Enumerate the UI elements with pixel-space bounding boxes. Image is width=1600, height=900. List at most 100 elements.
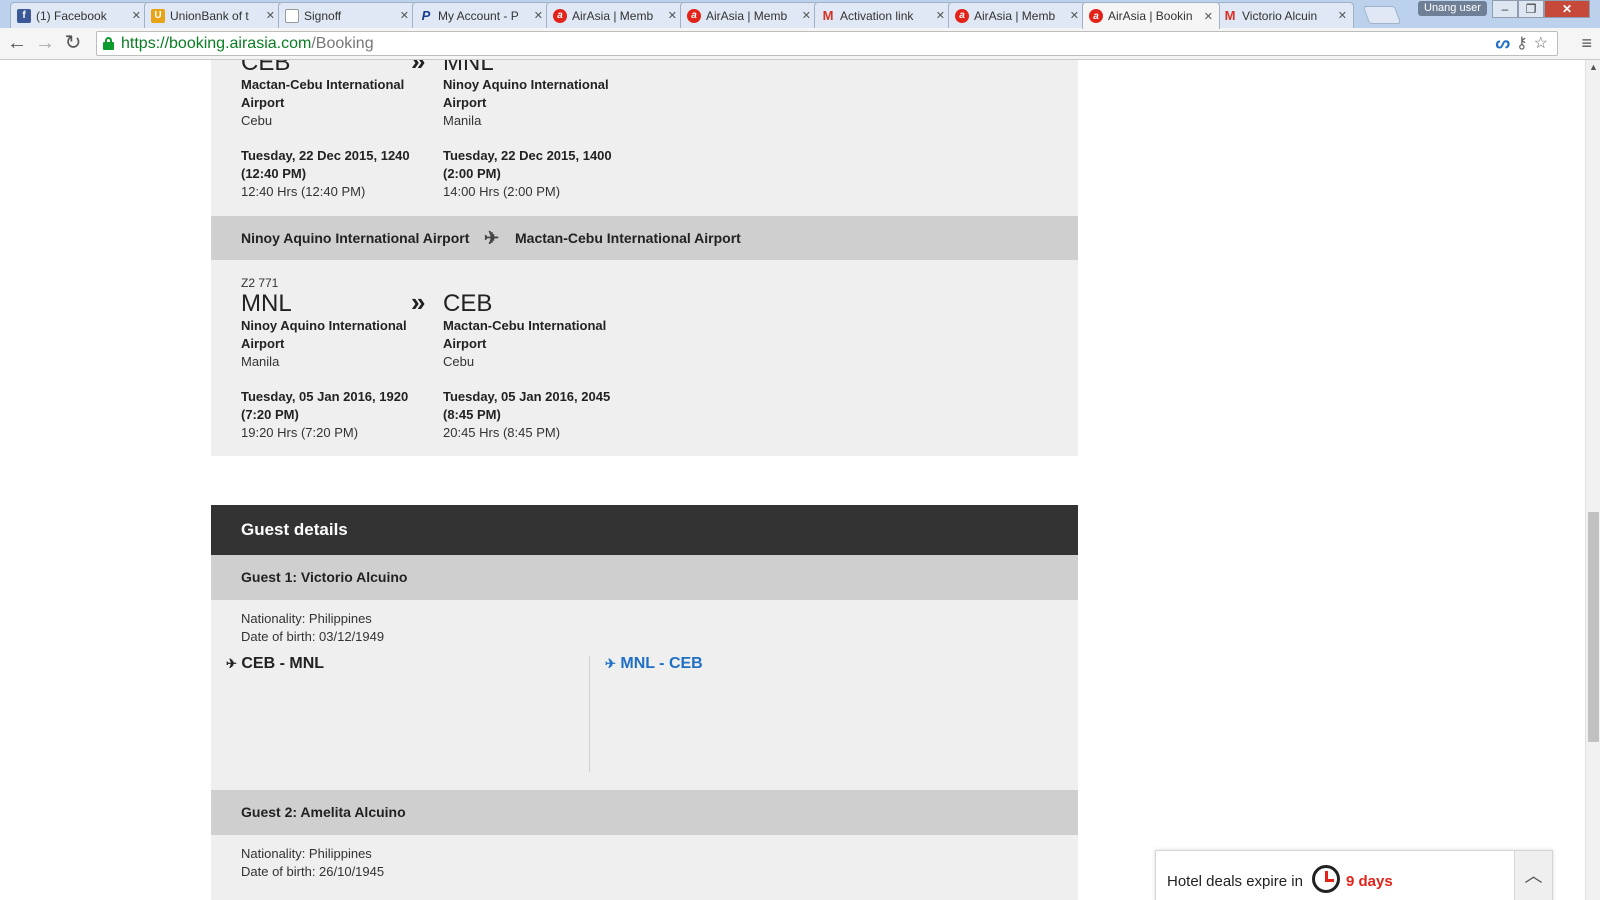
browser-toolbar: ← → ↻ https://booking.airasia.com/Bookin…	[0, 28, 1600, 60]
reload-icon[interactable]: ↻	[62, 32, 84, 56]
direction-chevron-icon: »	[411, 287, 426, 317]
departure-city: Cebu	[241, 113, 273, 128]
tab-title: AirAsia | Memb	[572, 8, 654, 23]
tab-gmail-activation[interactable]: M Activation link ✕	[814, 2, 952, 28]
gmail-icon: M	[822, 8, 834, 23]
tab-title: Activation link	[840, 8, 914, 23]
tab-airasia-member-3[interactable]: a AirAsia | Memb ✕	[948, 2, 1086, 28]
segment-return-label: MNL - CEB	[620, 655, 703, 672]
tab-unionbank[interactable]: U UnionBank of t ✕	[144, 2, 282, 28]
gmail-icon: M	[1224, 8, 1236, 23]
back-arrow-icon[interactable]: ←	[6, 32, 28, 56]
close-tab-icon[interactable]: ✕	[802, 9, 811, 22]
tab-strip: f (1) Facebook ✕ U UnionBank of t ✕ Sign…	[0, 0, 1600, 29]
arrival-airport: Ninoy Aquino International Airport	[443, 77, 609, 110]
arrival-column: CEB Mactan-Cebu International Airport Ce…	[443, 291, 623, 442]
tab-title: My Account - P	[438, 8, 519, 23]
departure-time: 19:20 Hrs (7:20 PM)	[241, 425, 359, 440]
unionbank-icon: U	[151, 8, 165, 23]
tab-airasia-member-2[interactable]: a AirAsia | Memb ✕	[680, 2, 818, 28]
departure-airport: Mactan-Cebu International Airport	[241, 77, 405, 110]
hotel-deals-widget[interactable]: Hotel deals expire in 9 days ︿	[1155, 850, 1553, 900]
tab-facebook[interactable]: f (1) Facebook ✕	[10, 2, 148, 28]
minimize-icon[interactable]: ‒	[1492, 0, 1518, 18]
arrival-plane-icon: ✈	[605, 656, 616, 671]
url-path: /Booking	[311, 35, 374, 52]
tab-airasia-booking[interactable]: a AirAsia | Bookin ✕	[1082, 2, 1220, 29]
omnibox-icons: ᔕ ⚷ ☆	[1496, 33, 1548, 53]
close-tab-icon[interactable]: ✕	[266, 9, 275, 22]
close-tab-icon[interactable]: ✕	[400, 9, 409, 22]
arrival-column: MNL Ninoy Aquino International Airport M…	[443, 60, 623, 201]
scroll-up-arrow-icon[interactable]: ▲	[1586, 60, 1600, 74]
guest-details-heading: Guest details	[211, 505, 1078, 555]
restore-icon[interactable]: ❐	[1518, 0, 1544, 18]
tab-title: AirAsia | Memb	[706, 8, 788, 23]
bookmark-star-icon[interactable]: ☆	[1534, 33, 1548, 53]
arrival-time: 14:00 Hrs (2:00 PM)	[443, 184, 561, 199]
facebook-icon: f	[17, 8, 31, 23]
airasia-icon: a	[1089, 9, 1103, 23]
close-tab-icon[interactable]: ✕	[936, 9, 945, 22]
segment-outbound-tab[interactable]: ✈ CEB - MNL	[226, 655, 324, 673]
plane-icon: ✈	[484, 228, 500, 248]
flight-number: Z2 771	[241, 276, 279, 290]
departure-column: MNL Ninoy Aquino International Airport M…	[241, 291, 421, 442]
tab-signoff[interactable]: Signoff ✕	[278, 2, 416, 28]
departure-date: Tuesday, 22 Dec 2015, 1240 (12:40 PM)	[241, 148, 410, 181]
arrival-city: Manila	[443, 113, 482, 128]
route-bar-return: Ninoy Aquino International Airport ✈ Mac…	[211, 216, 1078, 260]
paypal-icon: P	[421, 8, 431, 23]
close-window-icon[interactable]: ✕	[1544, 0, 1590, 18]
chevron-up-icon[interactable]: ︿	[1514, 851, 1552, 900]
close-tab-icon[interactable]: ✕	[132, 9, 141, 22]
departure-plane-icon: ✈	[226, 656, 237, 671]
close-tab-icon[interactable]: ✕	[1338, 9, 1347, 22]
arrival-code: MNL	[443, 60, 494, 76]
guest-2-details: Nationality: Philippines Date of birth: …	[211, 835, 1078, 900]
url-host: https://booking.airasia.com	[121, 35, 312, 52]
departure-date: Tuesday, 05 Jan 2016, 1920 (7:20 PM)	[241, 389, 409, 422]
guest-1-details: Nationality: Philippines Date of birth: …	[211, 600, 1078, 790]
guest-2-heading: Guest 2: Amelita Alcuino	[211, 790, 1078, 835]
arrival-airport: Mactan-Cebu International Airport	[443, 318, 607, 351]
new-tab-button[interactable]	[1362, 6, 1402, 24]
arrival-code: CEB	[443, 290, 493, 317]
segment-return-tab[interactable]: ✈ MNL - CEB	[605, 655, 703, 673]
tab-paypal[interactable]: P My Account - P ✕	[412, 2, 550, 28]
extension-icon[interactable]: ᔕ	[1496, 33, 1510, 53]
guest-nationality: Nationality: Philippines	[241, 611, 372, 626]
close-tab-icon[interactable]: ✕	[668, 9, 677, 22]
hamburger-menu-icon[interactable]: ≡	[1581, 33, 1592, 54]
tab-gmail-victorio[interactable]: M Victorio Alcuin ✕	[1216, 2, 1354, 28]
close-tab-icon[interactable]: ✕	[1070, 9, 1079, 22]
forward-arrow-icon[interactable]: →	[34, 32, 56, 56]
guest-2-info: Nationality: Philippines Date of birth: …	[241, 845, 384, 881]
document-icon	[285, 8, 299, 23]
guest-dob: Date of birth: 26/10/1945	[241, 864, 385, 879]
departure-time: 12:40 Hrs (12:40 PM)	[241, 184, 366, 199]
route-origin: Ninoy Aquino International Airport	[241, 230, 470, 246]
tab-airasia-member-1[interactable]: a AirAsia | Memb ✕	[546, 2, 684, 28]
guest-nationality: Nationality: Philippines	[241, 846, 372, 861]
tab-title: Victorio Alcuin	[1242, 8, 1318, 23]
user-profile-button[interactable]: Unang user	[1418, 1, 1487, 16]
page-scrollbar[interactable]: ▲	[1585, 60, 1600, 900]
address-bar[interactable]: https://booking.airasia.com/Booking	[96, 31, 1558, 56]
scrollbar-thumb[interactable]	[1588, 512, 1599, 742]
airasia-icon: a	[553, 8, 567, 23]
close-tab-icon[interactable]: ✕	[534, 9, 543, 22]
key-icon[interactable]: ⚷	[1516, 33, 1528, 53]
tab-title: AirAsia | Memb	[974, 8, 1056, 23]
airasia-icon: a	[955, 8, 969, 23]
window-controls: ‒ ❐ ✕	[1492, 0, 1590, 18]
segment-divider	[589, 656, 590, 772]
arrival-date: Tuesday, 05 Jan 2016, 2045 (8:45 PM)	[443, 389, 611, 422]
close-tab-icon[interactable]: ✕	[1204, 10, 1213, 23]
hotel-deals-text: Hotel deals expire in	[1167, 873, 1303, 890]
segment-outbound-label: CEB - MNL	[241, 655, 325, 672]
tab-title: AirAsia | Bookin	[1108, 9, 1193, 23]
guest-dob: Date of birth: 03/12/1949	[241, 629, 385, 644]
lock-icon	[103, 37, 114, 50]
departure-city: Manila	[241, 354, 280, 369]
